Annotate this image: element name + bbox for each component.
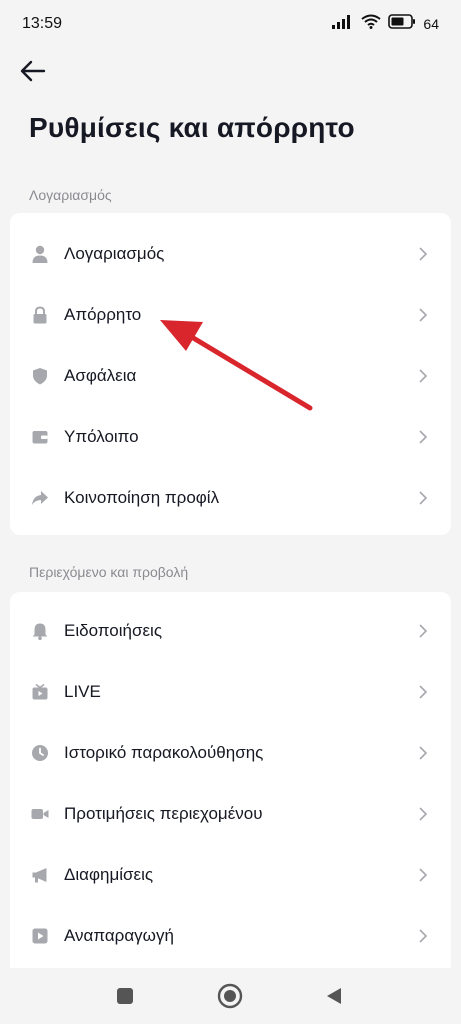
status-bar: 13:59 64 [0,0,461,48]
signal-icon [332,14,354,34]
wifi-icon [361,14,382,34]
share-icon [30,488,50,508]
settings-item-account[interactable]: Λογαριασμός [10,223,451,284]
settings-item-label: Υπόλοιπο [64,426,139,446]
battery-percent: 64 [423,16,439,32]
section-label-account: Λογαριασμός [29,187,112,203]
shield-icon [30,366,50,386]
account-settings-card: Λογαριασμός Απόρρητο Ασφάλεια Υπόλοιπο Κ… [10,213,451,535]
settings-item-ads[interactable]: Διαφημίσεις [10,844,451,905]
settings-item-share-profile[interactable]: Κοινοποίηση προφίλ [10,467,451,528]
chevron-right-icon [415,806,431,822]
wallet-icon [30,427,50,447]
back-arrow-icon [20,60,46,82]
chevron-right-icon [415,928,431,944]
recent-apps-icon[interactable] [111,982,139,1010]
chevron-right-icon [415,745,431,761]
settings-item-label: Ιστορικό παρακολούθησης [64,742,264,762]
settings-item-label: Ασφάλεια [64,365,137,385]
settings-item-playback[interactable]: Αναπαραγωγή [10,905,451,966]
settings-item-label: Λογαριασμός [64,243,165,263]
chevron-right-icon [415,307,431,323]
megaphone-icon [30,865,50,885]
settings-item-label: Απόρρητο [64,304,142,324]
person-icon [30,244,50,264]
settings-item-content-preferences[interactable]: Προτιμήσεις περιεχομένου [10,783,451,844]
chevron-right-icon [415,867,431,883]
settings-item-live[interactable]: LIVE [10,661,451,722]
settings-item-label: Αναπαραγωγή [64,925,174,945]
lock-icon [30,305,50,325]
settings-item-label: Προτιμήσεις περιεχομένου [64,803,263,823]
chevron-right-icon [415,246,431,262]
chevron-right-icon [415,684,431,700]
home-icon[interactable] [216,982,244,1010]
settings-item-privacy[interactable]: Απόρρητο [10,284,451,345]
battery-icon [388,14,416,34]
clock-icon [30,743,50,763]
chevron-right-icon [415,368,431,384]
chevron-right-icon [415,429,431,445]
settings-item-label: Ειδοποιήσεις [64,620,163,640]
settings-item-label: Διαφημίσεις [64,864,154,884]
content-settings-card: Ειδοποιήσεις LIVE Ιστορικό παρακολούθηση… [10,592,451,968]
page-title: Ρυθμίσεις και απόρρητο [29,112,355,143]
settings-item-label: LIVE [64,681,101,701]
section-label-content: Περιεχόμενο και προβολή [29,564,189,580]
settings-item-label: Κοινοποίηση προφίλ [64,487,220,507]
settings-item-balance[interactable]: Υπόλοιπο [10,406,451,467]
video-camera-icon [30,804,50,824]
status-icons: 64 [332,14,439,34]
live-tv-icon [30,682,50,702]
chevron-right-icon [415,490,431,506]
back-triangle-icon[interactable] [320,982,348,1010]
chevron-right-icon [415,623,431,639]
status-time: 13:59 [22,15,63,32]
settings-item-watch-history[interactable]: Ιστορικό παρακολούθησης [10,722,451,783]
back-button[interactable] [16,54,50,88]
settings-item-notifications[interactable]: Ειδοποιήσεις [10,600,451,661]
settings-item-security[interactable]: Ασφάλεια [10,345,451,406]
system-nav-bar [0,968,461,1024]
play-icon [30,926,50,946]
bell-icon [30,621,50,641]
